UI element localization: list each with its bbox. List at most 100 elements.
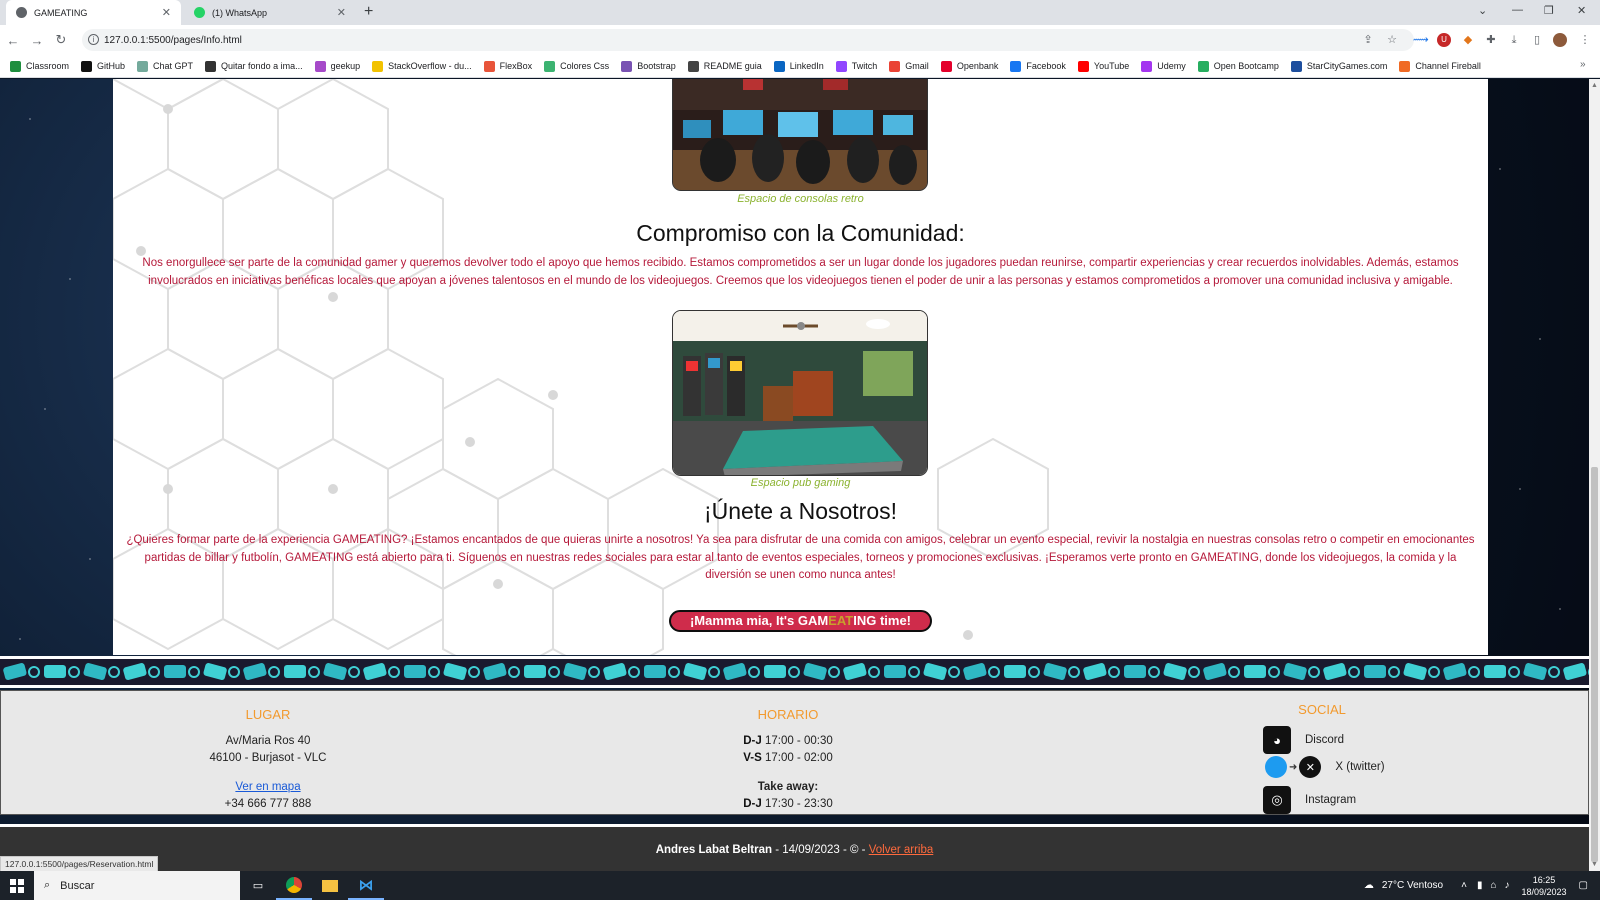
bookmark-star-icon[interactable]: ☆	[1385, 33, 1399, 47]
controller-shape	[843, 663, 867, 680]
bookmark-item[interactable]: GitHub	[81, 60, 126, 72]
forward-button[interactable]: →	[26, 33, 48, 48]
extension-1-icon[interactable]: ⟿	[1413, 33, 1429, 47]
tab-whatsapp[interactable]: (1) WhatsApp ✕	[184, 0, 356, 25]
download-icon[interactable]: ⤓	[1507, 33, 1521, 47]
disc-shape	[1428, 666, 1440, 678]
tab-gameating[interactable]: GAMEATING ✕	[6, 0, 181, 25]
social-twitter[interactable]: ➜ ✕ X (twitter)	[1265, 756, 1385, 778]
bookmark-item[interactable]: Open Bootcamp	[1197, 60, 1279, 72]
bookmark-item[interactable]: FlexBox	[483, 60, 532, 72]
bookmark-item[interactable]: Openbank	[940, 60, 999, 72]
reload-button[interactable]: ↻	[50, 32, 72, 48]
site-info-icon[interactable]: i	[88, 34, 99, 45]
new-tab-button[interactable]: +	[364, 3, 373, 21]
bookmark-item[interactable]: StarCityGames.com	[1290, 60, 1388, 72]
close-tab-icon[interactable]: ✕	[337, 6, 346, 19]
bookmark-item[interactable]: Facebook	[1010, 60, 1066, 72]
controller-shape	[123, 663, 147, 680]
weather-icon[interactable]: ☁	[1364, 880, 1374, 891]
schedule-weekend: V-S 17:00 - 02:00	[688, 750, 888, 768]
bookmark-item[interactable]: Channel Fireball	[1399, 60, 1481, 72]
cta-post: time!	[876, 613, 912, 628]
task-view-icon[interactable]: ▭	[240, 871, 276, 900]
network-icon[interactable]: ⌂	[1490, 880, 1496, 891]
notifications-icon[interactable]: ▢	[1579, 880, 1588, 891]
controller-shape	[83, 663, 107, 680]
ublock-icon[interactable]: U	[1437, 33, 1451, 47]
tray-chevron-icon[interactable]: ˄	[1461, 880, 1467, 891]
reservation-button[interactable]: ¡Mamma mia, It's GAMEATING time!	[669, 610, 932, 632]
bookmark-item[interactable]: Bootstrap	[621, 60, 676, 72]
more-bookmarks-icon[interactable]: »	[1580, 59, 1586, 70]
restore-button[interactable]: ❐	[1544, 4, 1554, 17]
scroll-down-arrow[interactable]: ▼	[1591, 861, 1598, 868]
metamask-icon[interactable]: ◆	[1461, 33, 1475, 47]
community-title: Compromiso con la Comunidad:	[636, 220, 965, 246]
controller-shape	[1563, 663, 1587, 680]
controller-shape	[524, 665, 546, 678]
volume-icon[interactable]: ♪	[1505, 880, 1510, 891]
controller-shape	[483, 663, 507, 680]
taskbar-search[interactable]: ⌕ Buscar	[34, 871, 240, 900]
bookmark-item[interactable]: Chat GPT	[137, 60, 193, 72]
bookmark-label: Openbank	[956, 61, 999, 71]
bookmark-item[interactable]: Udemy	[1141, 60, 1186, 72]
bookmark-item[interactable]: Classroom	[10, 60, 69, 72]
disc-shape	[1388, 666, 1400, 678]
clock-date: 18/09/2023	[1521, 886, 1567, 897]
twitch-icon	[835, 60, 847, 72]
file-explorer-icon[interactable]	[312, 871, 348, 900]
vscode-icon[interactable]: ⋈	[348, 871, 384, 900]
disc-shape	[148, 666, 160, 678]
chrome-icon[interactable]	[276, 871, 312, 900]
page-viewport: Espacio de consolas retro Compromiso con…	[0, 79, 1589, 871]
controller-shape	[323, 663, 347, 680]
clock-time: 16:25	[1532, 874, 1556, 885]
bookmark-item[interactable]: LinkedIn	[773, 60, 824, 72]
bookmark-item[interactable]: geekup	[314, 60, 360, 72]
bookmark-label: LinkedIn	[789, 61, 824, 71]
windows-start-icon[interactable]	[0, 871, 34, 900]
extensions-puzzle-icon[interactable]: ✚	[1484, 33, 1498, 47]
close-tab-icon[interactable]: ✕	[162, 6, 171, 19]
back-button[interactable]: ←	[2, 33, 24, 48]
scroll-up-arrow[interactable]: ▲	[1591, 82, 1598, 89]
bookmark-item[interactable]: Twitch	[835, 60, 877, 72]
bookmark-item[interactable]: StackOverflow - du...	[372, 60, 472, 72]
openbootcamp-icon	[1197, 60, 1209, 72]
scroll-thumb[interactable]	[1591, 467, 1598, 862]
menu-dots-icon[interactable]: ⋮	[1578, 33, 1592, 47]
back-to-top-link[interactable]: Volver arriba	[869, 844, 934, 856]
bookmark-item[interactable]: README guia	[687, 60, 762, 72]
takeaway-label: Take away:	[757, 781, 819, 793]
bookmarks-bar: Classroom GitHub Chat GPT Quitar fondo a im…	[0, 55, 1600, 78]
map-link[interactable]: Ver en mapa	[218, 779, 318, 797]
bookmark-label: Bootstrap	[637, 61, 676, 71]
controller-shape	[1043, 663, 1067, 680]
caption-pub: Espacio pub gaming	[750, 477, 851, 489]
address-bar[interactable]: i 127.0.0.1:5500/pages/Info.html	[82, 29, 1414, 51]
tab-search-icon[interactable]: ⌄	[1478, 4, 1487, 17]
profile-avatar[interactable]	[1553, 33, 1567, 47]
close-window-button[interactable]: ✕	[1577, 4, 1586, 17]
bookmark-item[interactable]: Gmail	[889, 60, 929, 72]
battery-icon[interactable]: ▮	[1477, 880, 1483, 891]
social-discord[interactable]: ◕ Discord	[1263, 726, 1344, 754]
side-panel-icon[interactable]: ▯	[1530, 33, 1544, 47]
bookmark-label: GitHub	[97, 61, 126, 71]
clock[interactable]: 16:25 18/09/2023	[1522, 874, 1567, 898]
share-icon[interactable]: ⇪	[1361, 33, 1375, 47]
bookmark-item[interactable]: YouTube	[1077, 60, 1129, 72]
bookmark-item[interactable]: Colores Css	[544, 60, 609, 72]
disc-shape	[388, 666, 400, 678]
cta-ing: ING	[853, 613, 877, 628]
linkedin-icon	[773, 60, 785, 72]
social-instagram[interactable]: ◎ Instagram	[1263, 786, 1356, 814]
bookmark-item[interactable]: Quitar fondo a ima...	[205, 60, 303, 72]
bookmark-label: StarCityGames.com	[1306, 61, 1388, 71]
discord-icon: ◕	[1263, 726, 1291, 754]
minimize-button[interactable]: —	[1512, 4, 1523, 16]
page-scrollbar[interactable]: ▲ ▼	[1589, 79, 1600, 871]
cta-pre: ¡Mamma mia, It's	[689, 613, 798, 628]
